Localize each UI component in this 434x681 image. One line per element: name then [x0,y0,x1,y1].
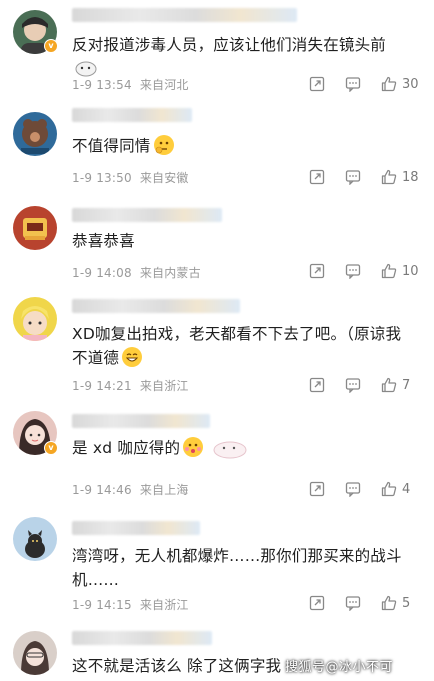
comment-meta: 1-9 13:54 来自河北 [72,76,189,93]
comment-text: XD咖复出拍戏，老天都看不下去了吧。（原谅我 不道德 [72,325,402,367]
thumbs-up-icon[interactable] [381,76,397,92]
share-icon[interactable] [309,377,325,393]
comment-meta: 1-9 14:08 来自内蒙古 [72,264,201,281]
comment-icon[interactable] [345,169,361,185]
comment-meta: 1-9 14:15 来自浙江 [72,596,189,613]
comment-actions: 4 [289,480,420,498]
comment-time: 1-9 13:50 [72,171,132,185]
username-blurred[interactable] [72,631,212,645]
share-icon[interactable] [309,169,325,185]
like-count: 5 [402,595,411,611]
sticker-icon [213,441,247,459]
username-blurred[interactable] [72,299,240,313]
like-count: 7 [402,377,411,393]
comment-location: 来自浙江 [139,598,189,612]
comment-text: 反对报道涉毒人员，应该让他们消失在镜头前 [72,33,412,81]
comment-text: 是 xd 咖应得的 [72,436,412,460]
avatar[interactable] [13,206,57,250]
thinking-emoji-icon [153,135,174,155]
grin-emoji-icon [122,347,143,367]
comment-location: 来自安徽 [139,171,189,185]
comment-icon[interactable] [345,263,361,279]
comment-actions: 30 [289,75,420,93]
thumbs-up-icon[interactable] [381,481,397,497]
username-blurred[interactable] [72,521,200,535]
verified-badge-icon: v [44,39,58,53]
comment-icon[interactable] [345,377,361,393]
thumbs-up-icon[interactable] [381,169,397,185]
share-icon[interactable] [309,76,325,92]
comment-time: 1-9 14:46 [72,483,132,497]
comment-meta: 1-9 14:21 来自浙江 [72,377,189,394]
username-blurred[interactable] [72,414,210,428]
comment-time: 1-9 13:54 [72,78,132,92]
avatar[interactable] [13,631,57,675]
comment-actions: 7 [289,376,420,394]
comment-actions: 5 [289,594,420,612]
watermark: 搜狐号@冰小不可 [285,660,394,675]
comment-meta: 1-9 14:46 来自上海 [72,481,189,498]
comment-time: 1-9 14:08 [72,266,132,280]
verified-badge-icon: v [44,441,58,455]
comment-actions: 10 [289,262,420,280]
comment-actions: 18 [289,168,420,186]
comment-time: 1-9 14:21 [72,379,132,393]
username-blurred[interactable] [72,8,297,22]
comment-location: 来自浙江 [139,379,189,393]
comment-location: 来自上海 [139,483,189,497]
comment-time: 1-9 14:15 [72,598,132,612]
avatar[interactable] [13,297,57,341]
comment-icon[interactable] [345,481,361,497]
thumbs-up-icon[interactable] [381,263,397,279]
comment-location: 来自河北 [139,78,189,92]
sticker-icon [75,61,97,77]
comment-meta: 1-9 13:50 来自安徽 [72,169,189,186]
thumbs-up-icon[interactable] [381,377,397,393]
share-icon[interactable] [309,481,325,497]
like-count: 10 [402,263,419,279]
comment-text: 湾湾呀，无人机都爆炸……那你们那买来的战斗 机…… [72,547,402,589]
like-count: 18 [402,169,419,185]
comment-text: 不值得同情 [72,134,412,158]
comment-location: 来自内蒙古 [139,266,201,280]
thumbs-up-icon[interactable] [381,595,397,611]
avatar[interactable] [13,517,57,561]
like-count: 4 [402,481,411,497]
like-count: 30 [402,76,419,92]
comment-icon[interactable] [345,76,361,92]
share-icon[interactable] [309,595,325,611]
kiss-emoji-icon [183,437,204,457]
avatar[interactable] [13,112,57,156]
comment-icon[interactable] [345,595,361,611]
username-blurred[interactable] [72,108,192,122]
username-blurred[interactable] [72,208,222,222]
share-icon[interactable] [309,263,325,279]
comment-text: 恭喜恭喜 [72,232,135,250]
